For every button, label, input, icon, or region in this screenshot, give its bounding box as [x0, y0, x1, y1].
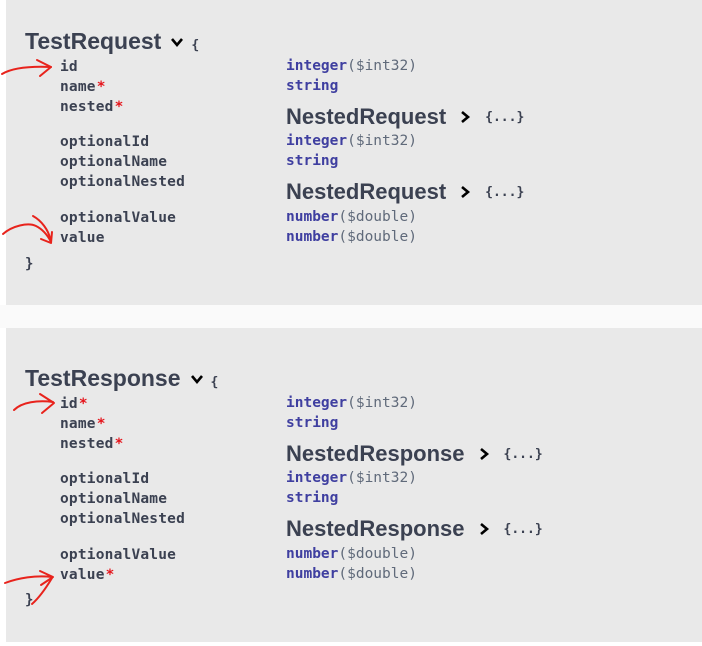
type-name: integer — [286, 133, 348, 149]
model-title[interactable]: TestRequest — [25, 28, 161, 55]
property-row: optionalName — [60, 153, 167, 171]
property-row: optionalId — [60, 470, 149, 488]
type-format: ($double) — [338, 546, 417, 562]
type-format: ($double) — [338, 229, 417, 245]
nested-model-link[interactable]: NestedResponse {...} — [286, 516, 543, 542]
property-type: integer($int32) — [286, 470, 417, 486]
type-format: ($int32) — [347, 133, 417, 149]
property-row: name * — [60, 415, 105, 433]
required-marker: * — [105, 567, 115, 583]
property-name: value — [60, 230, 105, 246]
required-marker: * — [78, 396, 88, 412]
type-format: ($int32) — [347, 470, 417, 486]
property-row: optionalName — [60, 490, 167, 508]
collapsed-body[interactable]: {...} — [485, 110, 524, 125]
chevron-right-icon[interactable] — [459, 185, 471, 199]
property-row: optionalNested — [60, 510, 185, 528]
required-marker: * — [114, 436, 124, 452]
open-brace: { — [191, 38, 200, 53]
type-name: integer — [286, 58, 348, 74]
property-name: optionalValue — [60, 210, 177, 226]
type-name: number — [286, 229, 339, 245]
type-name: number — [286, 566, 339, 582]
property-row: nested * — [60, 98, 123, 116]
property-name: optionalValue — [60, 547, 177, 563]
collapsed-body[interactable]: {...} — [504, 522, 543, 537]
property-name: optionalName — [60, 154, 168, 170]
chevron-down-icon[interactable] — [169, 35, 185, 49]
type-name: string — [286, 78, 339, 94]
nested-model-link[interactable]: NestedRequest {...} — [286, 179, 524, 205]
property-name: name — [60, 416, 96, 432]
property-type: number($double) — [286, 229, 417, 245]
property-type: number($double) — [286, 566, 417, 582]
property-type: string — [286, 78, 338, 94]
property-row: optionalNested — [60, 173, 185, 191]
nested-model-link[interactable]: NestedResponse {...} — [286, 441, 543, 467]
collapsed-body[interactable]: {...} — [504, 447, 543, 462]
nested-model-name[interactable]: NestedResponse — [286, 516, 465, 542]
chevron-right-icon[interactable] — [478, 522, 490, 536]
property-name: nested — [60, 99, 114, 115]
property-row: value — [60, 229, 105, 247]
nested-model-name[interactable]: NestedRequest — [286, 104, 446, 130]
property-row: optionalId — [60, 133, 149, 151]
model-header[interactable]: TestResponse { — [25, 365, 218, 392]
nested-model-name[interactable]: NestedResponse — [286, 441, 465, 467]
property-name: optionalId — [60, 471, 150, 487]
close-brace: } — [25, 592, 34, 608]
property-name: optionalId — [60, 134, 150, 150]
required-marker: * — [96, 79, 106, 95]
type-name: string — [286, 490, 339, 506]
chevron-down-icon[interactable] — [189, 372, 205, 386]
nested-model-name[interactable]: NestedRequest — [286, 179, 446, 205]
type-name: number — [286, 209, 339, 225]
property-name: value — [60, 567, 105, 583]
property-name: id — [60, 59, 78, 75]
close-brace: } — [25, 256, 34, 272]
model-title[interactable]: TestResponse — [25, 365, 181, 392]
type-name: number — [286, 546, 339, 562]
property-type: string — [286, 153, 338, 169]
type-name: integer — [286, 470, 348, 486]
property-type: number($double) — [286, 546, 417, 562]
property-type: string — [286, 415, 338, 431]
property-row: value * — [60, 566, 114, 584]
open-brace: { — [210, 375, 219, 390]
property-row: nested * — [60, 435, 123, 453]
chevron-right-icon[interactable] — [459, 110, 471, 124]
property-row: optionalValue — [60, 209, 176, 227]
property-name: name — [60, 79, 96, 95]
property-row: id — [60, 58, 78, 76]
property-type: number($double) — [286, 209, 417, 225]
property-row: id * — [60, 395, 88, 413]
property-name: nested — [60, 436, 114, 452]
required-marker: * — [96, 416, 106, 432]
property-type: integer($int32) — [286, 133, 417, 149]
required-marker: * — [114, 99, 124, 115]
property-type: integer($int32) — [286, 58, 417, 74]
type-format: ($int32) — [347, 58, 417, 74]
model-header[interactable]: TestRequest { — [25, 28, 199, 55]
collapsed-body[interactable]: {...} — [485, 185, 524, 200]
property-row: optionalValue — [60, 546, 176, 564]
property-name: id — [60, 396, 78, 412]
model-test-response: TestResponse { id * integer($int32) name *… — [6, 328, 702, 642]
nested-model-link[interactable]: NestedRequest {...} — [286, 104, 524, 130]
section-gap — [0, 305, 702, 328]
model-test-request: TestRequest { id integer($int32) name * s… — [6, 0, 702, 305]
property-row: name * — [60, 78, 105, 96]
type-name: integer — [286, 395, 348, 411]
type-format: ($double) — [338, 209, 417, 225]
property-name: optionalNested — [60, 511, 186, 527]
chevron-right-icon[interactable] — [478, 447, 490, 461]
property-type: string — [286, 490, 338, 506]
property-name: optionalNested — [60, 174, 186, 190]
type-format: ($double) — [338, 566, 417, 582]
property-type: integer($int32) — [286, 395, 417, 411]
type-name: string — [286, 415, 339, 431]
type-name: string — [286, 153, 339, 169]
type-format: ($int32) — [347, 395, 417, 411]
property-name: optionalName — [60, 491, 168, 507]
